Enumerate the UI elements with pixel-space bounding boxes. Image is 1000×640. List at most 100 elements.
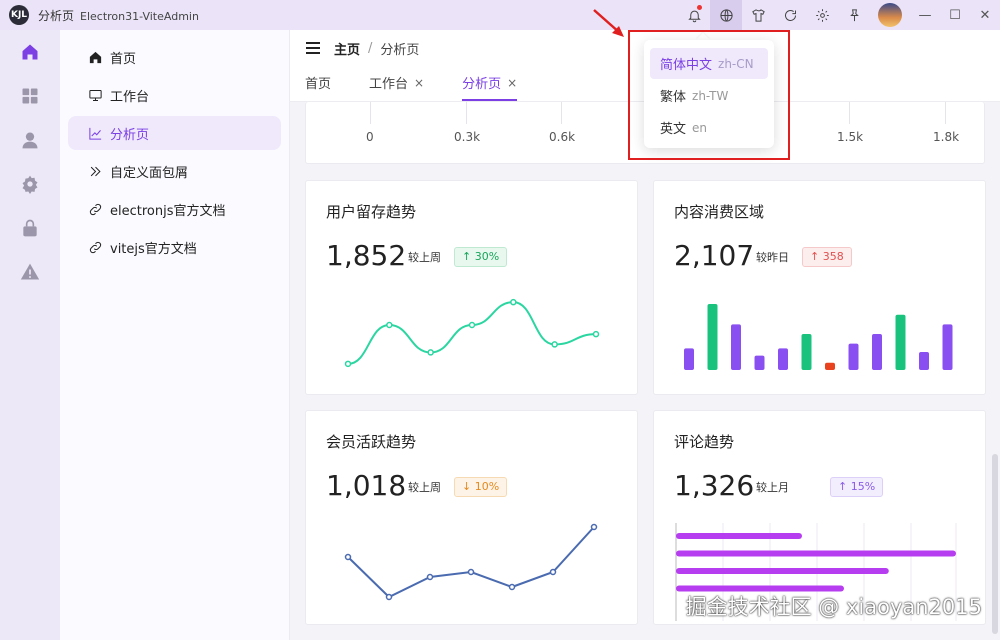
tab-label: 工作台	[369, 77, 409, 92]
member-activity-card: 会员活跃趋势 1,018 较上周 ↓ 10%	[305, 410, 638, 625]
settings-button[interactable]	[806, 0, 838, 30]
sidebar-item-label: 首页	[110, 51, 137, 67]
icon-rail	[0, 30, 60, 640]
bar	[778, 348, 788, 370]
sidebar-item-electron-docs[interactable]: electronjs官方文档	[68, 192, 281, 226]
sidebar-item-custom-breadcrumb[interactable]: 自定义面包屑	[68, 154, 281, 188]
pin-button[interactable]	[838, 0, 870, 30]
double-chevron-icon	[90, 166, 101, 176]
pin-icon	[849, 8, 859, 21]
sidebar-item-label: 自定义面包屑	[110, 165, 189, 181]
consumption-card: 内容消费区域 2,107 较昨日 ↑ 358	[653, 180, 986, 395]
sidebar-item-label: 分析页	[110, 127, 150, 143]
data-point	[386, 321, 393, 329]
tab-close-icon[interactable]: ×	[507, 76, 517, 90]
notification-button[interactable]	[678, 0, 710, 30]
rail-lock[interactable]	[0, 206, 60, 250]
minimize-button[interactable]: —	[910, 0, 940, 30]
card-title: 内容消费区域	[674, 203, 765, 221]
data-point	[344, 553, 352, 561]
sidebar-item-workbench[interactable]: 工作台	[68, 78, 281, 112]
refresh-button[interactable]	[774, 0, 806, 30]
tab-home[interactable]: 首页	[305, 73, 331, 101]
retention-card: 用户留存趋势 1,852 较上周 ↑ 30%	[305, 180, 638, 395]
grid-line	[561, 102, 562, 124]
theme-button[interactable]	[742, 0, 774, 30]
bar	[919, 352, 929, 370]
window-title-app: Electron31-ViteAdmin	[80, 9, 199, 23]
change-badge: ↑ 30%	[454, 247, 508, 267]
warning-icon	[20, 263, 40, 280]
scrollbar[interactable]	[992, 454, 998, 634]
card-value: 1,852	[326, 239, 407, 272]
change-badge: ↑ 15%	[830, 477, 884, 497]
annotation-highlight-box	[628, 30, 790, 160]
rail-home[interactable]	[0, 30, 60, 74]
bar	[676, 550, 956, 557]
link-icon	[89, 203, 102, 215]
language-button[interactable]	[710, 0, 742, 30]
notification-dot	[697, 5, 702, 10]
card-value: 1,326	[674, 469, 755, 502]
maximize-button[interactable]: ☐	[940, 0, 970, 30]
home-icon	[89, 51, 102, 63]
sidebar-item-label: 工作台	[110, 89, 150, 105]
retention-line-chart	[344, 298, 600, 368]
grid-line	[466, 102, 467, 124]
refresh-icon	[784, 9, 796, 21]
window-title-page: 分析页	[38, 8, 75, 23]
bar	[825, 362, 835, 370]
sidebar-item-label: electronjs官方文档	[110, 203, 226, 219]
data-point	[508, 583, 516, 591]
globe-icon	[719, 8, 733, 22]
bar	[848, 343, 859, 370]
rail-settings[interactable]	[0, 162, 60, 206]
bar	[731, 324, 741, 370]
window-title: 分析页 Electron31-ViteAdmin	[38, 7, 199, 24]
sidebar-item-analysis[interactable]: 分析页	[68, 116, 281, 150]
data-point	[551, 341, 558, 348]
grid-line	[945, 102, 946, 124]
data-point	[467, 568, 475, 576]
rail-user[interactable]	[0, 118, 60, 162]
shirt-icon	[751, 8, 765, 22]
axis-tick-label: 1.5k	[837, 130, 864, 144]
grid-line	[849, 102, 850, 124]
data-point	[427, 349, 434, 356]
rail-grid[interactable]	[0, 74, 60, 118]
titlebar-actions: — ☐ ✕	[678, 0, 1000, 30]
tab-workbench[interactable]: 工作台 ×	[369, 73, 424, 101]
bar	[801, 334, 812, 370]
tab-label: 首页	[305, 77, 332, 92]
data-point	[592, 330, 600, 338]
axis-tick-label: 0.3k	[454, 130, 481, 144]
gear-icon	[815, 8, 829, 22]
title-bar: KJL 分析页 Electron31-ViteAdmin — ☐ ✕	[0, 0, 1000, 30]
data-point	[510, 298, 517, 306]
tab-analysis[interactable]: 分析页 ×	[462, 73, 518, 101]
axis-tick-label: 1.8k	[933, 130, 960, 144]
close-button[interactable]: ✕	[970, 0, 1000, 30]
bar	[684, 348, 694, 370]
bar	[754, 355, 765, 370]
grid-icon	[22, 88, 38, 104]
axis-tick-label: 0.6k	[549, 130, 576, 144]
change-badge: ↓ 10%	[454, 477, 508, 497]
sidebar-item-vite-docs[interactable]: vitejs官方文档	[68, 230, 281, 264]
grid-line	[370, 102, 371, 124]
close-icon: ✕	[979, 7, 991, 23]
breadcrumb-home[interactable]: 主页	[334, 39, 360, 58]
tab-close-icon[interactable]: ×	[414, 76, 424, 90]
axis-tick-label: 0	[366, 130, 374, 144]
menu-toggle-icon[interactable]	[306, 42, 320, 54]
user-icon	[22, 132, 38, 149]
bar	[872, 334, 882, 370]
data-point	[549, 568, 557, 576]
card-compare: 较上月	[756, 481, 789, 494]
avatar[interactable]	[878, 3, 902, 27]
annotation-arrow	[593, 9, 624, 37]
data-point	[468, 321, 476, 329]
card-compare: 较上周	[408, 251, 441, 264]
sidebar-item-home[interactable]: 首页	[68, 40, 281, 74]
rail-warning[interactable]	[0, 250, 60, 294]
